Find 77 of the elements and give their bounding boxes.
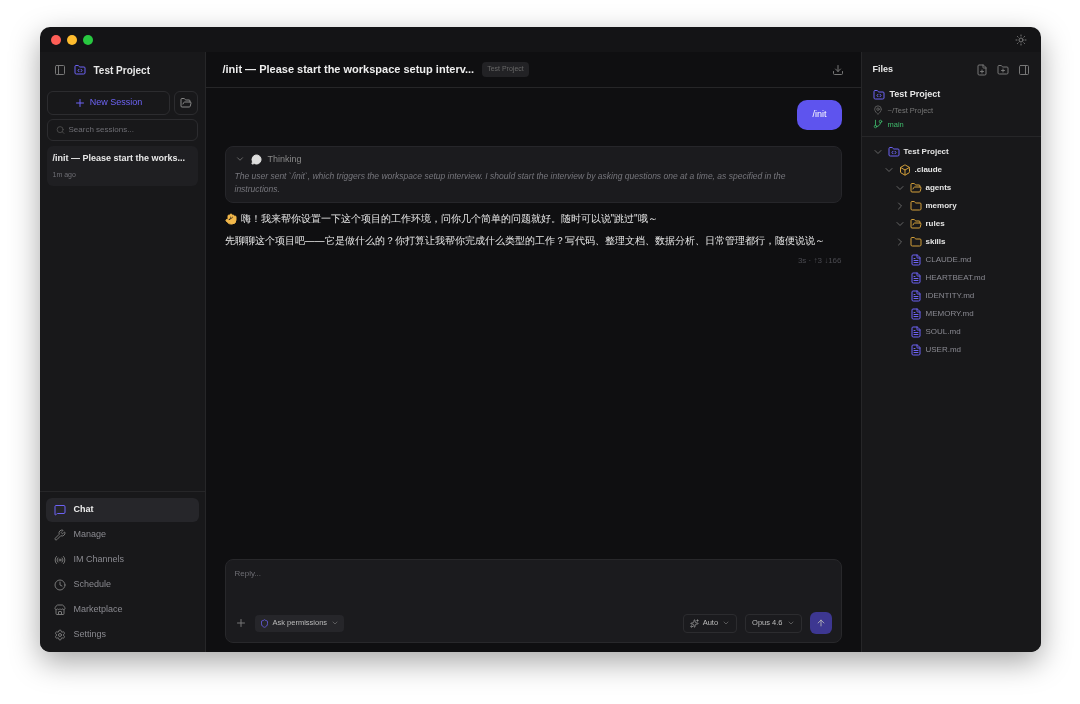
tree-item[interactable]: SOUL.md — [925, 326, 961, 338]
location-pin-icon — [872, 105, 883, 116]
caret-icon — [722, 619, 731, 627]
panel-toggle-icon[interactable] — [1017, 64, 1030, 76]
reply-text: 先聊聊这个项目吧——它是做什么的？你打算让我帮你完成什么类型的工作？写代码、整理文档、数据分析、日常管理都行，随便说说～ — [224, 234, 826, 248]
wrench-icon — [53, 529, 66, 541]
file-icon — [909, 344, 922, 356]
nav-item[interactable]: Settings — [45, 623, 199, 647]
chat-title: /init — Please start the workspace setup interv... — [222, 62, 475, 78]
tree-item[interactable]: Test Project — [903, 146, 949, 158]
caret-icon — [331, 619, 340, 627]
thinking-label[interactable]: Thinking — [267, 152, 302, 166]
new-folder-icon[interactable] — [996, 64, 1009, 76]
close-button[interactable] — [50, 34, 61, 45]
project-name: Test Project — [889, 88, 941, 101]
folder-icon — [179, 97, 192, 109]
reply-text: 嗨！我来帮你设置一下这个项目的工作环境，问你几个简单的问题就好。随时可以说"跳过"哦～ — [240, 212, 658, 226]
project-name: Test Project — [93, 63, 150, 78]
send-button[interactable] — [809, 612, 832, 634]
open-folder-button[interactable] — [173, 91, 198, 115]
file-icon — [909, 254, 922, 266]
tree-item[interactable]: skills — [925, 236, 946, 248]
folder-icon — [909, 218, 922, 230]
nav-item[interactable]: Manage — [45, 523, 199, 547]
minimize-button[interactable] — [66, 34, 77, 45]
broadcast-icon — [53, 554, 66, 566]
nav-item[interactable]: Marketplace — [45, 598, 199, 622]
store-icon — [53, 604, 66, 616]
new-session-button[interactable]: New Session — [46, 91, 170, 115]
session-title: /init — Please start the works... — [52, 152, 187, 165]
download-icon[interactable] — [831, 63, 844, 76]
folder-code-icon — [872, 88, 885, 101]
tree-item[interactable]: IDENTITY.md — [925, 290, 975, 302]
nav-item[interactable]: Schedule — [45, 573, 199, 597]
folder-icon — [909, 200, 922, 212]
file-icon — [909, 326, 922, 338]
sparkles-icon — [689, 618, 699, 628]
tree-item[interactable]: HEARTBEAT.md — [925, 272, 986, 284]
sidebar-toggle-icon[interactable] — [53, 64, 66, 76]
tree-item[interactable]: MEMORY.md — [925, 308, 974, 320]
user-message: /init — [797, 100, 842, 130]
search-icon — [55, 125, 65, 135]
tree-item[interactable]: .claude — [914, 164, 943, 176]
shield-icon — [259, 618, 269, 628]
thought-bubble-icon — [250, 153, 262, 165]
chat-icon — [53, 504, 66, 516]
tree-item[interactable]: CLAUDE.md — [925, 254, 972, 266]
nav-item[interactable]: IM Channels — [45, 548, 199, 572]
tree-item[interactable]: memory — [925, 200, 957, 212]
plus-icon — [73, 97, 86, 109]
sun-icon[interactable] — [1014, 33, 1027, 46]
thinking-text: The user sent `/init`, which triggers the workspace setup interview. I should start the interview by asking questions one at a time, as specified in the instructions. — [234, 170, 787, 196]
box-icon — [898, 164, 911, 176]
tree-item[interactable]: USER.md — [925, 344, 962, 356]
search-field[interactable]: Search sessions... — [46, 119, 198, 141]
reply-field[interactable]: Reply... — [234, 568, 832, 612]
nav-item[interactable]: Chat — [45, 498, 199, 522]
folder-icon — [909, 236, 922, 248]
caret-icon — [786, 619, 795, 627]
waving-hand-icon — [224, 212, 237, 225]
folder-icon — [909, 182, 922, 194]
file-icon — [909, 272, 922, 284]
file-icon — [909, 308, 922, 320]
branch-icon — [872, 119, 883, 130]
files-title: Files — [872, 63, 893, 77]
settings-icon — [53, 629, 66, 641]
new-file-icon[interactable] — [975, 64, 988, 76]
search-input[interactable]: Search sessions... — [68, 124, 189, 136]
tree-item[interactable]: rules — [925, 218, 945, 230]
clock-icon — [53, 579, 66, 591]
file-icon — [909, 290, 922, 302]
plus-icon[interactable] — [234, 617, 247, 629]
arrow-up-icon — [815, 618, 826, 628]
folder-code-icon — [887, 146, 900, 158]
folder-code-icon — [73, 64, 86, 76]
tree-item[interactable]: agents — [925, 182, 952, 194]
zoom-button[interactable] — [82, 34, 93, 45]
